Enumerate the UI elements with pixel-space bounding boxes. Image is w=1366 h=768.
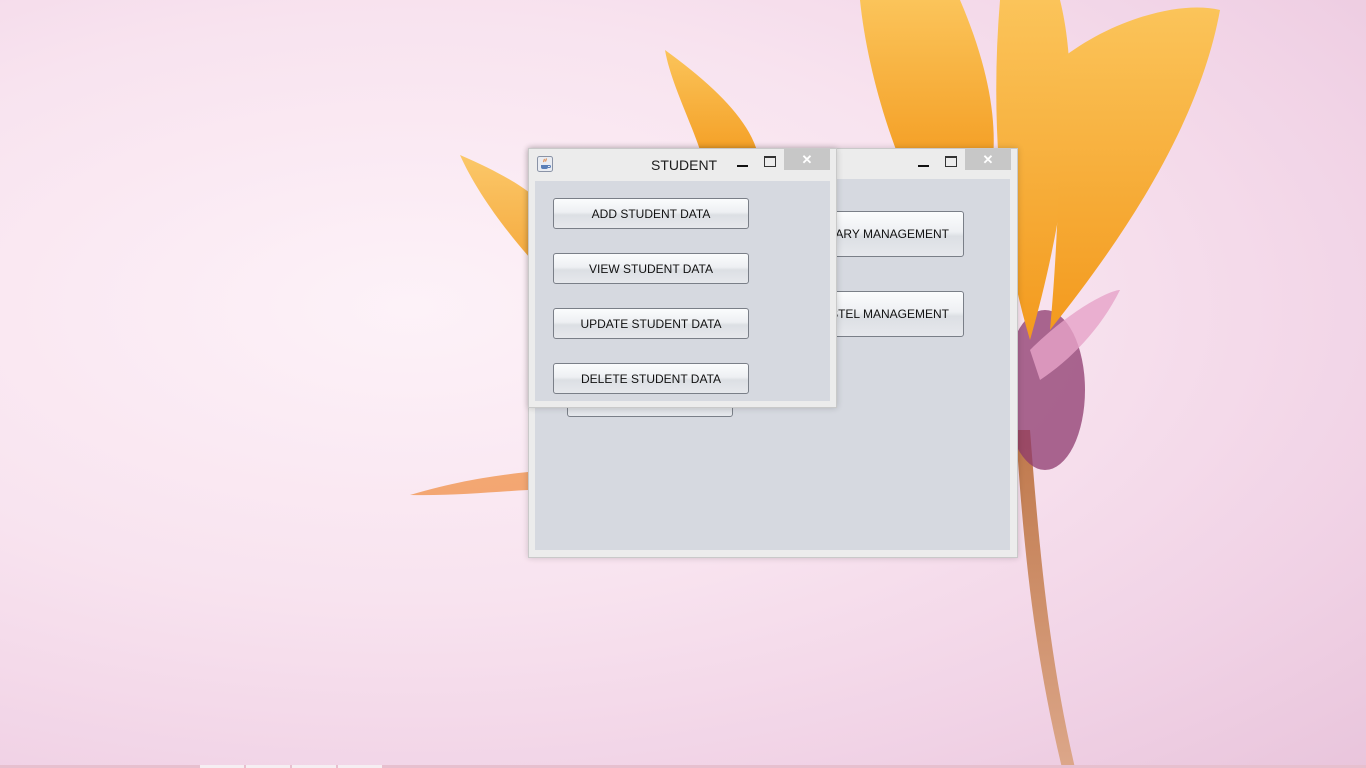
minimize-icon[interactable]	[909, 152, 937, 173]
close-button[interactable]: ✕	[965, 149, 1011, 170]
update-student-data-button[interactable]: UPDATE STUDENT DATA	[553, 308, 749, 339]
delete-student-data-button[interactable]: DELETE STUDENT DATA	[553, 363, 749, 394]
window-title: STUDENT	[651, 157, 718, 173]
close-icon: ✕	[801, 151, 813, 167]
minimize-icon[interactable]	[728, 152, 756, 173]
student-window[interactable]: STUDENT ✕ ADD STUDENT DATA VIEW STUDENT …	[528, 148, 837, 408]
add-student-data-button[interactable]: ADD STUDENT DATA	[553, 198, 749, 229]
maximize-icon[interactable]	[756, 152, 784, 173]
student-window-titlebar[interactable]: STUDENT ✕	[529, 149, 836, 179]
student-window-content: ADD STUDENT DATA VIEW STUDENT DATA UPDAT…	[535, 181, 830, 401]
view-student-data-button[interactable]: VIEW STUDENT DATA	[553, 253, 749, 284]
close-button[interactable]: ✕	[784, 149, 830, 170]
maximize-icon[interactable]	[937, 152, 965, 173]
close-icon: ✕	[982, 151, 994, 167]
java-cup-icon	[537, 156, 553, 172]
